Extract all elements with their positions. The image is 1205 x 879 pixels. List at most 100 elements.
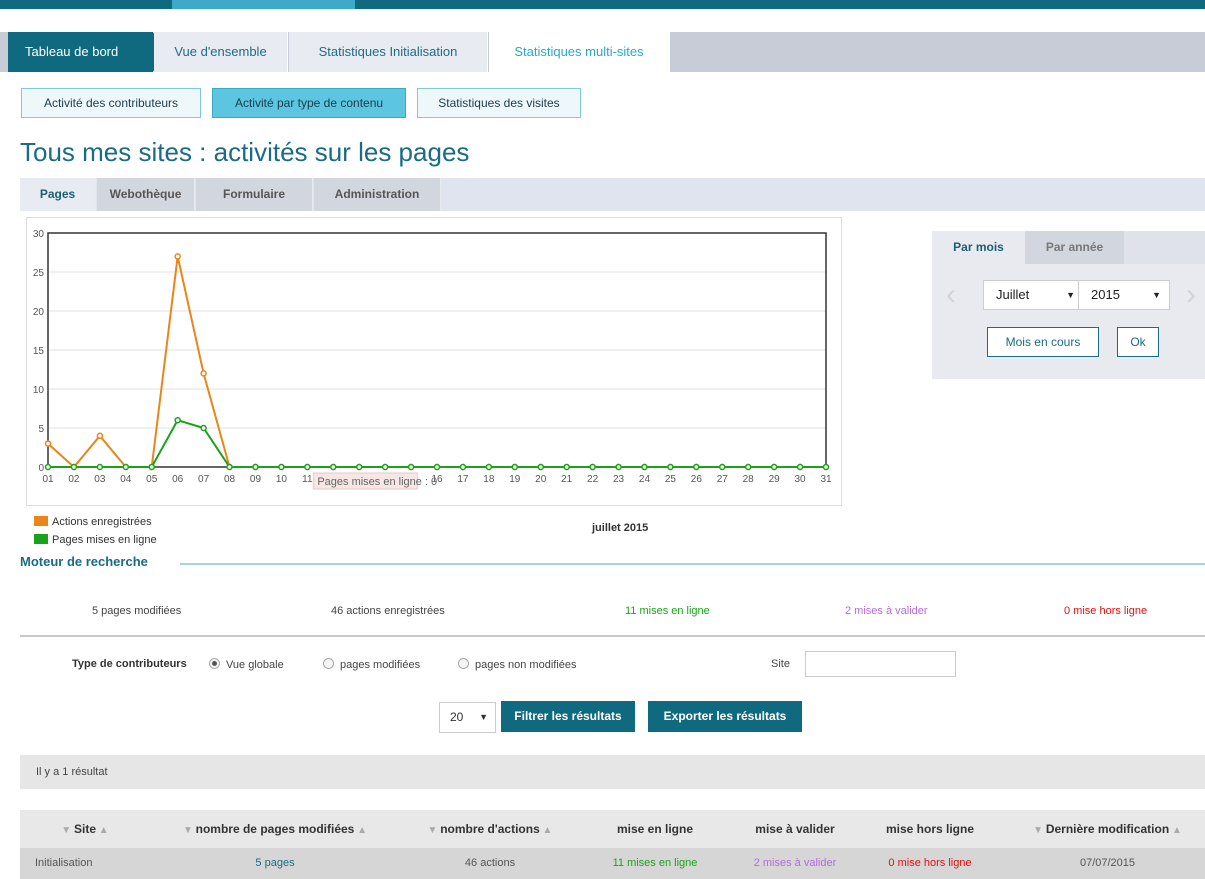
contrib-activity-button[interactable]: Activité des contributeurs	[21, 88, 201, 118]
x-tick-label: 22	[587, 474, 599, 485]
year-select[interactable]: 2015 ▼	[1078, 280, 1170, 310]
previous-month-chevron-icon[interactable]: ‹	[946, 278, 956, 312]
nav-dashboard[interactable]: Tableau de bord	[8, 32, 165, 72]
y-tick-label: 0	[38, 463, 44, 474]
x-tick-label: 18	[483, 474, 495, 485]
month-select[interactable]: Juillet ▼	[983, 280, 1084, 310]
data-point	[381, 463, 389, 471]
sort-up-icon: ▲	[1169, 825, 1182, 836]
content-tabs: Pages Webothèque Formulaire Administrati…	[20, 178, 1205, 211]
data-point	[174, 253, 181, 260]
table-row[interactable]: Initialisation 5 pages 46 actions 11 mis…	[20, 848, 1205, 879]
data-point	[433, 463, 441, 471]
cell-last-modified: 07/07/2015	[1079, 857, 1136, 869]
col-actions[interactable]: ▼ nombre d'actions ▲	[400, 810, 580, 848]
col-site-label: Site	[73, 822, 96, 836]
legend-pages: Pages mises en ligne	[34, 534, 157, 546]
export-results-button[interactable]: Exporter les résultats	[648, 701, 802, 732]
col-to-validate: mise à valider	[755, 822, 835, 836]
main-nav: Tableau de bord Vue d'ensemble Statistiq…	[0, 32, 1205, 72]
legend-pages-swatch	[34, 534, 48, 544]
x-tick-label: 23	[613, 474, 625, 485]
top-gap	[0, 9, 1205, 32]
tab-formulaire[interactable]: Formulaire	[196, 178, 313, 211]
x-tick-label: 28	[743, 474, 755, 485]
content-type-activity-button[interactable]: Activité par type de contenu	[212, 88, 406, 118]
radio-global-label: Vue globale	[226, 659, 284, 671]
cell-actions: 46 actions	[464, 857, 516, 869]
stat-offline: 0 mise hors ligne	[1064, 605, 1148, 617]
cell-to-validate: 2 mises à valider	[753, 857, 837, 869]
stat-actions: 46 actions enregistrées	[331, 605, 445, 617]
current-month-button[interactable]: Mois en cours	[987, 327, 1099, 357]
x-tick-label: 06	[172, 474, 184, 485]
x-tick-label: 08	[224, 474, 236, 485]
sort-down-icon: ▼	[427, 825, 441, 836]
next-month-chevron-icon[interactable]: ›	[1186, 278, 1196, 312]
top-accent-highlight	[172, 0, 355, 9]
sort-up-icon: ▲	[539, 825, 553, 836]
tab-by-year[interactable]: Par année	[1025, 231, 1124, 264]
ok-button[interactable]: Ok	[1117, 327, 1159, 357]
data-point	[407, 463, 415, 471]
sort-up-icon: ▲	[96, 825, 109, 836]
y-tick-label: 25	[33, 268, 45, 279]
series-line-1	[48, 419, 826, 468]
data-point	[667, 463, 674, 471]
data-point	[122, 463, 130, 471]
data-point	[96, 432, 104, 440]
col-site[interactable]: ▼ Site ▲	[20, 810, 150, 848]
data-point	[693, 463, 700, 471]
data-point	[615, 463, 622, 471]
col-pages[interactable]: ▼ nombre de pages modifiées ▲	[150, 810, 400, 848]
chart-container: 0510152025300102030405060708091011121314…	[26, 217, 842, 506]
y-tick-label: 15	[33, 346, 45, 357]
x-tick-label: 19	[509, 474, 521, 485]
chevron-down-icon: ▼	[1152, 290, 1161, 300]
chevron-down-icon: ▼	[1066, 290, 1075, 300]
series-line-0	[47, 256, 826, 469]
x-tick-label: 31	[820, 474, 832, 485]
year-select-value: 2015	[1091, 287, 1120, 302]
radio-unmodified-pages[interactable]: pages non modifiées	[458, 658, 577, 671]
radio-icon[interactable]	[458, 658, 469, 669]
site-label: Site	[771, 658, 790, 670]
results-count: Il y a 1 résultat	[20, 755, 1205, 789]
col-last-modified[interactable]: ▼ Dernière modification ▲	[1010, 810, 1205, 848]
activity-chart: 0510152025300102030405060708091011121314…	[33, 229, 832, 490]
per-page-select[interactable]: 20 ▼	[439, 702, 496, 733]
radio-icon[interactable]	[323, 658, 334, 669]
x-tick-label: 17	[457, 474, 469, 485]
x-tick-label: 04	[120, 474, 132, 485]
col-online: mise en ligne	[616, 822, 694, 836]
x-tick-label: 25	[665, 474, 677, 485]
stat-online: 11 mises en ligne	[625, 605, 710, 617]
radio-modified-pages[interactable]: pages modifiées	[323, 658, 420, 671]
tab-administration[interactable]: Administration	[314, 178, 441, 211]
radio-checked-icon[interactable]	[209, 658, 220, 669]
cell-pages-link[interactable]: 5 pages	[150, 848, 400, 879]
data-point	[226, 463, 233, 471]
legend-actions-swatch	[34, 516, 48, 526]
radio-global-view[interactable]: Vue globale	[209, 658, 284, 671]
tab-pages[interactable]: Pages	[20, 178, 96, 211]
col-offline: mise hors ligne	[885, 822, 975, 836]
site-input[interactable]	[805, 651, 956, 677]
sort-down-icon: ▼	[1033, 825, 1046, 836]
y-tick-label: 10	[33, 385, 45, 396]
nav-stats-multi[interactable]: Statistiques multi-sites	[489, 32, 670, 72]
col-pages-label: nombre de pages modifiées	[195, 822, 355, 836]
tab-by-month[interactable]: Par mois	[932, 231, 1025, 264]
col-actions-label: nombre d'actions	[440, 822, 540, 836]
nav-stats-init[interactable]: Statistiques Initialisation	[289, 32, 488, 72]
x-tick-label: 02	[68, 474, 80, 485]
x-tick-label: 01	[42, 474, 54, 485]
filter-results-button[interactable]: Filtrer les résultats	[501, 701, 635, 732]
divider	[20, 635, 1205, 637]
data-point	[822, 463, 830, 471]
visit-stats-button[interactable]: Statistiques des visites	[417, 88, 581, 118]
tab-webotheque[interactable]: Webothèque	[97, 178, 195, 211]
nav-overview[interactable]: Vue d'ensemble	[154, 32, 288, 72]
cell-online: 11 mises en ligne	[612, 857, 698, 869]
col-last-modified-label: Dernière modification	[1045, 822, 1170, 836]
